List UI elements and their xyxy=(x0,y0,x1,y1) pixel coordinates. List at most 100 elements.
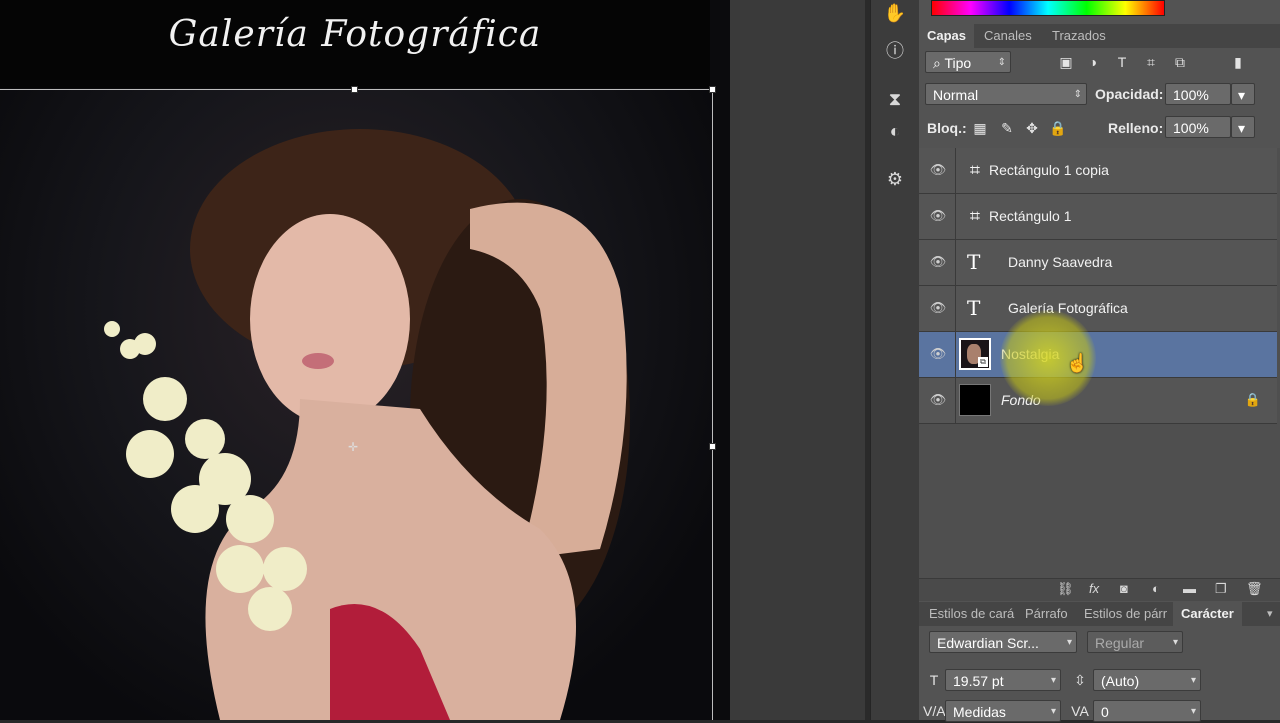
trash-icon[interactable]: 🗑 xyxy=(1246,581,1263,597)
visibility-eye-icon[interactable]: 👁 xyxy=(929,207,947,225)
fill-dropdown-button[interactable]: ▾ xyxy=(1231,116,1255,138)
nostalgia-photo[interactable] xyxy=(0,89,712,720)
filter-pixel-layers-icon[interactable]: ▣ xyxy=(1055,51,1077,73)
leading-field[interactable]: (Auto) ▾ xyxy=(1093,669,1201,691)
transform-center-point-icon[interactable]: ✛ xyxy=(348,440,358,454)
shape-layer-icon: ⌗ xyxy=(969,160,981,180)
opacity-field[interactable]: 100% xyxy=(1165,83,1231,105)
opacity-label: Opacidad: xyxy=(1095,86,1164,102)
tab-parrafo[interactable]: Párrafo xyxy=(1017,602,1076,626)
font-size-field[interactable]: 19.57 pt ▾ xyxy=(945,669,1061,691)
opacity-dropdown-button[interactable]: ▾ xyxy=(1231,83,1255,105)
color-spectrum-bar[interactable] xyxy=(931,0,1165,16)
layer-filter-kind-select[interactable]: ⌕ Tipo ⇕ xyxy=(925,51,1011,73)
visibility-eye-icon[interactable]: 👁 xyxy=(929,391,947,409)
search-icon: ⌕ xyxy=(933,55,945,71)
filter-adjustment-layers-icon[interactable]: ◑ xyxy=(1082,51,1104,73)
layer-row-selected[interactable]: 👁 ⧉ Nostalgia xyxy=(919,332,1277,378)
add-mask-icon[interactable]: ◙ xyxy=(1120,581,1128,596)
fill-label: Relleno: xyxy=(1108,120,1164,136)
tracking-field[interactable]: 0 ▾ xyxy=(1093,700,1201,722)
layer-name: Rectángulo 1 copia xyxy=(989,162,1109,178)
panel-icon-strip: ✋ ⓘ ⧗ ◐ ⚙ xyxy=(870,0,920,720)
layer-row[interactable]: 👁 Fondo 🔒 xyxy=(919,378,1277,424)
tracking-value: 0 xyxy=(1101,704,1109,720)
divider xyxy=(955,286,956,331)
hand-cursor-icon: ☝ xyxy=(1066,353,1089,373)
chevron-updown-icon: ⇕ xyxy=(997,57,1006,68)
lock-label: Bloq.: xyxy=(927,120,967,136)
divider xyxy=(955,148,956,193)
new-layer-icon[interactable]: ❐ xyxy=(1215,581,1227,597)
lock-all-icon[interactable]: 🔒 xyxy=(1047,117,1069,139)
shape-layer-icon: ⌗ xyxy=(969,206,981,226)
info-icon[interactable]: ⓘ xyxy=(882,38,908,64)
layer-row[interactable]: 👁 T Danny Saavedra xyxy=(919,240,1277,286)
link-layers-icon[interactable]: ⛓ xyxy=(1057,581,1074,597)
chevron-down-icon: ▾ xyxy=(1172,637,1178,648)
blend-mode-select[interactable]: Normal ⇕ xyxy=(925,83,1087,105)
tab-estilos-caracter[interactable]: Estilos de cará xyxy=(921,602,1022,626)
tab-trazados[interactable]: Trazados xyxy=(1044,24,1114,48)
font-size-icon: T xyxy=(929,672,939,688)
tab-caracter[interactable]: Carácter xyxy=(1173,602,1242,626)
text-layer-icon: T xyxy=(967,296,981,320)
layer-style-fx-icon[interactable]: fx xyxy=(1089,581,1099,596)
layer-name: Nostalgia xyxy=(1001,346,1060,362)
filter-smart-objects-icon[interactable]: ⧉ xyxy=(1169,51,1191,73)
layer-row[interactable]: 👁 T Galería Fotográfica xyxy=(919,286,1277,332)
font-family-value: Edwardian Scr... xyxy=(937,635,1039,651)
lock-position-icon[interactable]: ✥ xyxy=(1021,117,1043,139)
brush-preset-icon[interactable]: ✋ xyxy=(882,0,908,26)
transform-handle-top-center[interactable] xyxy=(351,86,358,93)
photo-artwork xyxy=(104,129,630,720)
document-title-text: Galería Fotográfica xyxy=(0,0,710,88)
transform-handle-middle-right[interactable] xyxy=(709,443,716,450)
history-icon[interactable]: ⧗ xyxy=(882,86,908,112)
tracking-icon: VA xyxy=(1071,703,1089,719)
opacity-value: 100% xyxy=(1173,87,1209,103)
tab-estilos-parrafo[interactable]: Estilos de párr xyxy=(1076,602,1175,626)
fill-field[interactable]: 100% xyxy=(1165,116,1231,138)
layers-footer-toolbar: ⛓ fx ◙ ◐ ▬ ❐ 🗑 xyxy=(919,578,1280,601)
chevron-down-icon: ▾ xyxy=(1050,675,1056,686)
character-panel: Edwardian Scr... ▾ Regular ▾ T 19.57 pt ▾ ⇳… xyxy=(919,627,1280,722)
workspace-gutter xyxy=(730,0,870,720)
font-style-select[interactable]: Regular ▾ xyxy=(1087,631,1183,653)
divider xyxy=(955,332,956,377)
tab-capas[interactable]: Capas xyxy=(919,24,975,48)
layers-tab-bar: Capas Canales Trazados xyxy=(919,24,1280,48)
adjustment-layer-icon[interactable]: ◐ xyxy=(1152,581,1160,596)
leading-value: (Auto) xyxy=(1101,673,1140,689)
filter-type-layers-icon[interactable]: T xyxy=(1111,51,1133,73)
layer-name: Galería Fotográfica xyxy=(1008,300,1128,316)
layer-row[interactable]: 👁 ⌗ Rectángulo 1 copia xyxy=(919,148,1277,194)
lock-transparency-icon[interactable]: ▦ xyxy=(969,117,991,139)
new-group-folder-icon[interactable]: ▬ xyxy=(1183,581,1196,596)
tab-canales[interactable]: Canales xyxy=(976,24,1040,48)
fill-value: 100% xyxy=(1173,120,1209,136)
text-layer-icon: T xyxy=(967,250,981,274)
filter-toggle-icon[interactable]: ▮ xyxy=(1227,51,1249,73)
transform-handle-top-right[interactable] xyxy=(709,86,716,93)
visibility-eye-icon[interactable]: 👁 xyxy=(929,161,947,179)
panel-menu-icon[interactable]: ▾ xyxy=(1259,602,1280,626)
layer-name: Danny Saavedra xyxy=(1008,254,1113,270)
chevron-down-icon: ▾ xyxy=(1190,675,1196,686)
filter-shape-layers-icon[interactable]: ⌗ xyxy=(1140,51,1162,73)
layer-name: Rectángulo 1 xyxy=(989,208,1072,224)
layer-row[interactable]: 👁 ⌗ Rectángulo 1 xyxy=(919,194,1277,240)
properties-icon[interactable]: ⚙ xyxy=(882,166,908,192)
font-family-select[interactable]: Edwardian Scr... ▾ xyxy=(929,631,1077,653)
visibility-eye-icon[interactable]: 👁 xyxy=(929,253,947,271)
chevron-down-icon: ▾ xyxy=(1238,120,1246,136)
visibility-eye-icon[interactable]: 👁 xyxy=(929,345,947,363)
layers-list: 👁 ⌗ Rectángulo 1 copia 👁 ⌗ Rectángulo 1 … xyxy=(919,148,1280,578)
adjustments-icon[interactable]: ◐ xyxy=(882,118,908,144)
divider xyxy=(955,240,956,285)
lock-image-pixels-icon[interactable]: ✎ xyxy=(996,117,1018,139)
visibility-eye-icon[interactable]: 👁 xyxy=(929,299,947,317)
kerning-field[interactable]: Medidas ▾ xyxy=(945,700,1061,722)
document-canvas[interactable]: Galería Fotográfica ✛ xyxy=(0,0,730,720)
background-thumbnail xyxy=(959,384,991,416)
